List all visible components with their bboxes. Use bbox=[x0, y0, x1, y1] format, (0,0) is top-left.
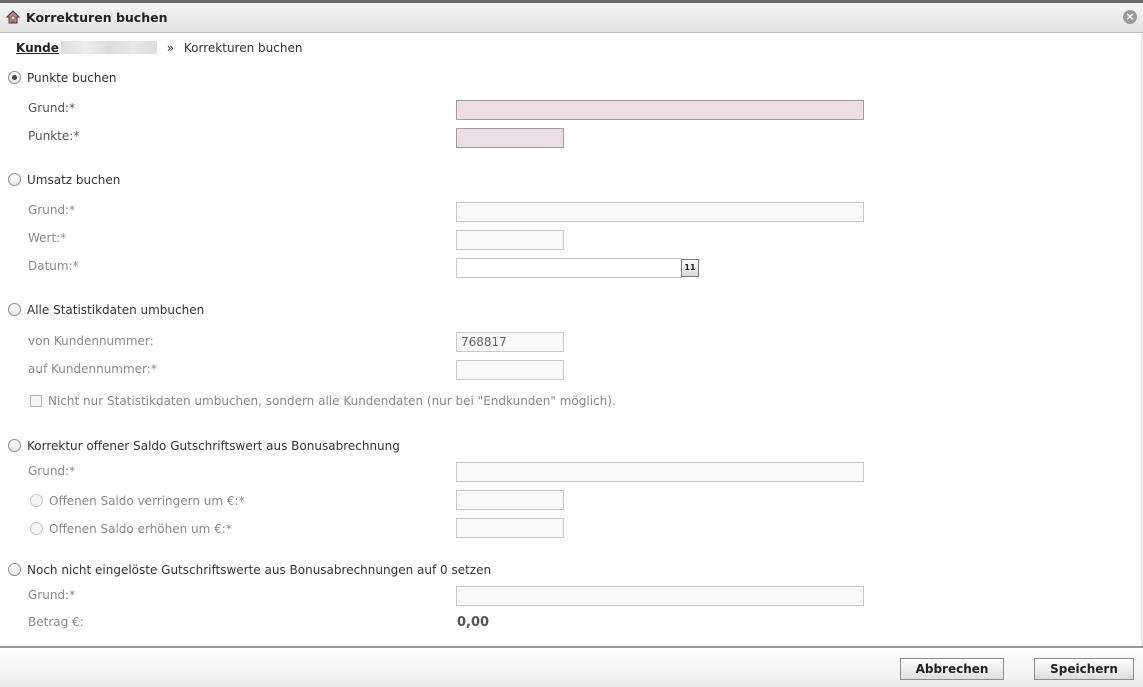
radio-saldo-verringern[interactable]: Offenen Saldo verringern um €:* bbox=[30, 493, 245, 509]
statistik-von-input[interactable] bbox=[456, 332, 564, 352]
saldo-grund-label: Grund:* bbox=[28, 464, 76, 478]
gutschrift-betrag-label: Betrag €: bbox=[28, 615, 84, 629]
radio-punkte-indicator[interactable] bbox=[8, 71, 21, 84]
radio-saldo-verringern-indicator[interactable] bbox=[30, 494, 43, 507]
statistik-auf-label: auf Kundennummer:* bbox=[28, 362, 157, 376]
checkbox-alle-kundendaten-label: Nicht nur Statistikdaten umbuchen, sonde… bbox=[48, 394, 616, 408]
gutschrift-grund-label: Grund:* bbox=[28, 588, 76, 602]
radio-punkte-buchen[interactable]: Punkte buchen bbox=[8, 70, 117, 86]
statistik-auf-input[interactable] bbox=[456, 360, 564, 380]
user-edit-icon bbox=[5, 9, 21, 25]
radio-saldo-erhoehen-indicator[interactable] bbox=[30, 522, 43, 535]
punkte-grund-input[interactable] bbox=[456, 100, 864, 120]
breadcrumb-customer-link[interactable]: Kunde bbox=[16, 41, 59, 55]
breadcrumb: Kunde » Korrekturen buchen bbox=[16, 41, 302, 55]
dialog-footer: Abbrechen Speichern bbox=[0, 646, 1143, 687]
radio-umsatz-indicator[interactable] bbox=[8, 173, 21, 186]
radio-saldo-label: Korrektur offener Saldo Gutschriftswert … bbox=[27, 439, 400, 453]
redacted-customer-name bbox=[60, 41, 157, 54]
gutschrift-betrag-value: 0,00 bbox=[457, 615, 490, 630]
radio-gutschrift-label: Noch nicht eingelöste Gutschriftswerte a… bbox=[27, 563, 492, 577]
umsatz-wert-input[interactable] bbox=[456, 230, 564, 250]
radio-saldo-erhoehen-label: Offenen Saldo erhöhen um €:* bbox=[49, 522, 232, 536]
umsatz-wert-label: Wert:* bbox=[28, 231, 67, 245]
radio-punkte-label: Punkte buchen bbox=[27, 71, 117, 85]
radio-umsatz-label: Umsatz buchen bbox=[27, 173, 121, 187]
titlebar-top-strip bbox=[0, 0, 1143, 3]
dialog-title: Korrekturen buchen bbox=[26, 10, 168, 25]
umsatz-grund-input[interactable] bbox=[456, 202, 864, 222]
saldo-erhoehen-input[interactable] bbox=[456, 518, 564, 538]
punkte-punkte-label: Punkte:* bbox=[28, 129, 80, 143]
radio-saldo-verringern-label: Offenen Saldo verringern um €:* bbox=[49, 494, 245, 508]
umsatz-datum-input[interactable] bbox=[456, 258, 682, 278]
close-icon[interactable]: × bbox=[1123, 10, 1137, 24]
dialog-titlebar: Korrekturen buchen × bbox=[0, 0, 1143, 33]
umsatz-grund-label: Grund:* bbox=[28, 203, 76, 217]
save-button[interactable]: Speichern bbox=[1034, 658, 1134, 680]
punkte-punkte-input[interactable] bbox=[456, 128, 564, 148]
gutschrift-grund-input[interactable] bbox=[456, 586, 864, 606]
radio-saldo-korrektur[interactable]: Korrektur offener Saldo Gutschriftswert … bbox=[8, 438, 400, 454]
radio-saldo-erhoehen[interactable]: Offenen Saldo erhöhen um €:* bbox=[30, 521, 232, 537]
radio-gutschrift-null[interactable]: Noch nicht eingelöste Gutschriftswerte a… bbox=[8, 562, 491, 578]
checkbox-alle-kundendaten[interactable]: Nicht nur Statistikdaten umbuchen, sonde… bbox=[30, 393, 616, 409]
umsatz-datum-label: Datum:* bbox=[28, 259, 79, 273]
radio-statistik-label: Alle Statistikdaten umbuchen bbox=[27, 303, 205, 317]
radio-statistik-umbuchen[interactable]: Alle Statistikdaten umbuchen bbox=[8, 302, 204, 318]
radio-umsatz-buchen[interactable]: Umsatz buchen bbox=[8, 172, 120, 188]
saldo-verringern-input[interactable] bbox=[456, 490, 564, 510]
breadcrumb-separator: » bbox=[166, 41, 175, 55]
statistik-von-label: von Kundennummer: bbox=[28, 334, 154, 348]
calendar-icon[interactable]: 11 bbox=[681, 259, 699, 277]
radio-statistik-indicator[interactable] bbox=[8, 303, 21, 316]
saldo-grund-input[interactable] bbox=[456, 462, 864, 482]
cancel-button[interactable]: Abbrechen bbox=[900, 658, 1004, 680]
punkte-grund-label: Grund:* bbox=[28, 101, 76, 115]
radio-saldo-indicator[interactable] bbox=[8, 439, 21, 452]
radio-gutschrift-indicator[interactable] bbox=[8, 563, 21, 576]
checkbox-alle-kundendaten-box[interactable] bbox=[30, 395, 42, 407]
breadcrumb-current: Korrekturen buchen bbox=[183, 41, 303, 55]
